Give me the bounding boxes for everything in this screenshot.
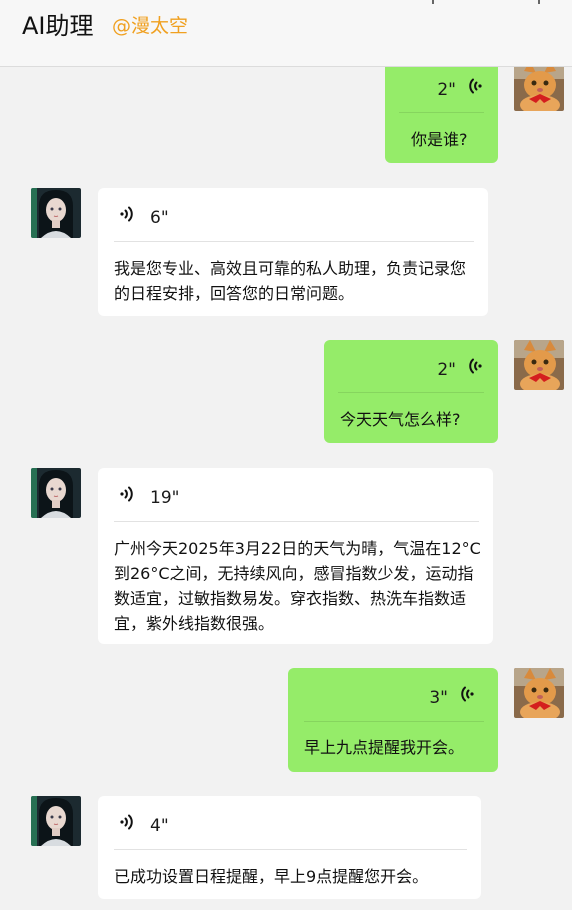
window-control-mark[interactable] xyxy=(538,0,540,4)
voice-wave-icon xyxy=(464,76,484,103)
ai-girl-avatar-icon xyxy=(31,468,81,518)
voice-wave-icon xyxy=(118,812,138,839)
message-text: 你是谁? xyxy=(411,130,468,149)
ai-girl-avatar-icon xyxy=(31,188,81,238)
user-avatar[interactable] xyxy=(514,340,564,390)
cat-avatar-icon xyxy=(514,61,564,111)
voice-wave-icon xyxy=(118,484,138,511)
message-text: 广州今天2025年3月22日的天气为晴，气温在12°C到26°C之间，无持续风向… xyxy=(114,539,481,633)
voice-duration: 3" xyxy=(429,687,448,708)
ai-avatar[interactable] xyxy=(31,188,81,238)
message-text: 今天天气怎么样? xyxy=(340,410,461,429)
voice-duration: 4" xyxy=(150,815,169,836)
voice-duration: 6" xyxy=(150,207,169,228)
cat-avatar-icon xyxy=(514,668,564,718)
chat-handle[interactable]: @漫太空 xyxy=(112,11,188,38)
ai-avatar[interactable] xyxy=(31,796,81,846)
chat-title: AI助理 xyxy=(22,12,94,40)
user-avatar[interactable] xyxy=(514,668,564,718)
voice-wave-icon xyxy=(456,684,476,711)
user-avatar[interactable] xyxy=(514,61,564,111)
message-text: 我是您专业、高效且可靠的私人助理，负责记录您的日程安排，回答您的日常问题。 xyxy=(114,259,467,303)
ai-avatar[interactable] xyxy=(31,468,81,518)
voice-message-bubble[interactable]: 6" 我是您专业、高效且可靠的私人助理，负责记录您的日程安排，回答您的日常问题。 xyxy=(98,188,488,316)
window-control-mark[interactable] xyxy=(432,0,434,4)
message-text: 早上九点提醒我开会。 xyxy=(304,738,465,757)
voice-duration: 19" xyxy=(150,487,180,508)
message-text: 已成功设置日程提醒，早上9点提醒您开会。 xyxy=(114,867,429,886)
voice-duration: 2" xyxy=(437,359,456,380)
chat-area: 2" 你是谁? 6" 我是您专业、高效且可靠的私人助理，负责记录您的日程安排，回… xyxy=(0,0,572,910)
chat-header: AI助理 @漫太空 xyxy=(0,0,572,67)
voice-message-bubble[interactable]: 3" 早上九点提醒我开会。 xyxy=(288,668,498,772)
voice-wave-icon xyxy=(118,204,138,231)
voice-message-bubble[interactable]: 4" 已成功设置日程提醒，早上9点提醒您开会。 xyxy=(98,796,481,899)
cat-avatar-icon xyxy=(514,340,564,390)
voice-message-bubble[interactable]: 2" 今天天气怎么样? xyxy=(324,340,498,443)
voice-duration: 2" xyxy=(437,79,456,100)
voice-message-bubble[interactable]: 2" 你是谁? xyxy=(385,60,498,163)
voice-wave-icon xyxy=(464,356,484,383)
voice-message-bubble[interactable]: 19" 广州今天2025年3月22日的天气为晴，气温在12°C到26°C之间，无… xyxy=(98,468,493,644)
ai-girl-avatar-icon xyxy=(31,796,81,846)
